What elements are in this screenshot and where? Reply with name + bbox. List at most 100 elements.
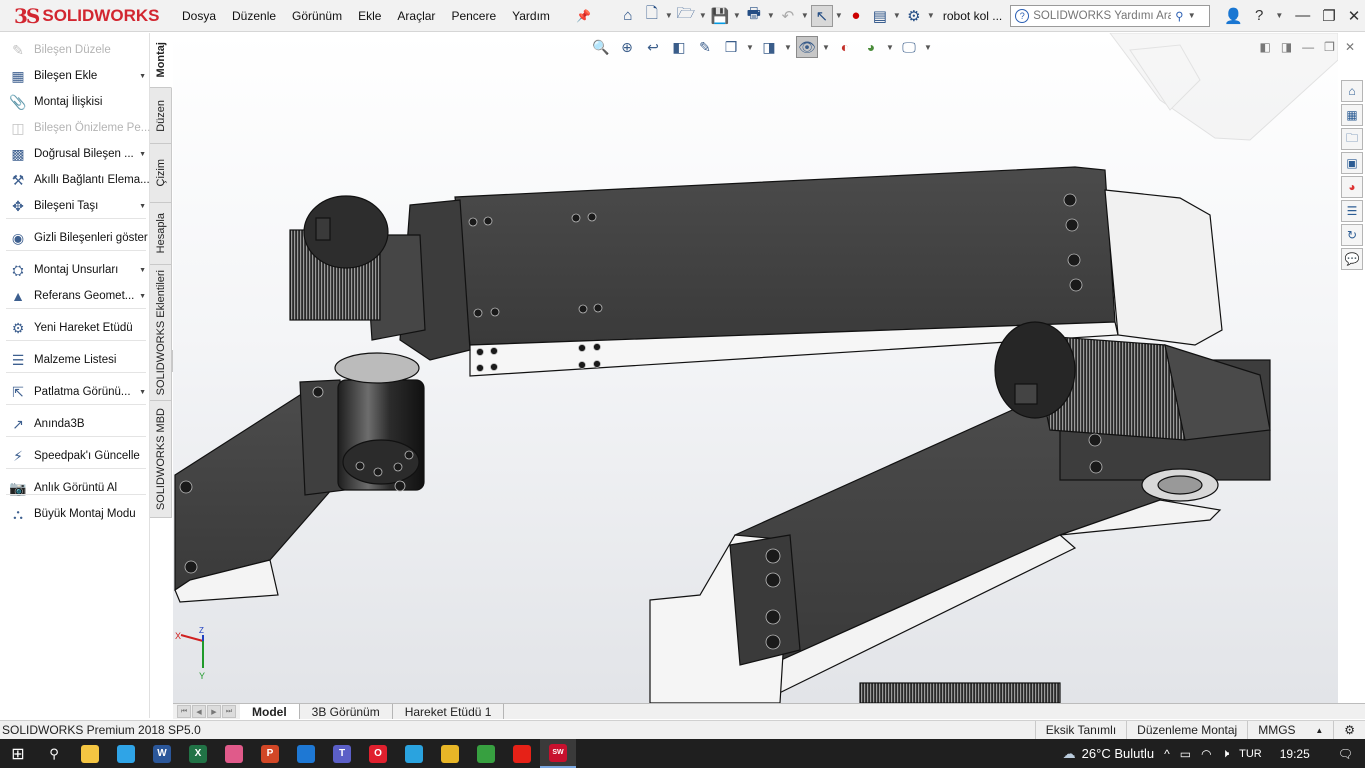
open-dropdown-icon[interactable]: ▼ — [699, 11, 707, 20]
photos-icon[interactable] — [468, 739, 504, 768]
wifi-icon[interactable]: ◠ — [1201, 747, 1211, 761]
cmd-item-9[interactable]: ▲ Referans Geomet... ▼ — [8, 286, 150, 306]
home-icon[interactable]: ⌂ — [617, 5, 639, 27]
select-dropdown-icon[interactable]: ▼ — [835, 11, 843, 20]
help-search-input[interactable] — [1033, 9, 1172, 22]
hide-show-items-icon[interactable]: 👁 — [796, 36, 818, 58]
tray-chevron-icon[interactable]: ^ — [1164, 747, 1170, 761]
menu-ekle[interactable]: Ekle — [350, 9, 389, 23]
menu-duzenle[interactable]: Düzenle — [224, 9, 284, 23]
tab-montaj[interactable]: Montaj — [150, 33, 172, 88]
cmd-item-2[interactable]: 📎 Montaj İlişkisi — [8, 92, 150, 112]
doc-minimize-icon[interactable]: — — [1302, 40, 1314, 54]
cmd-item-13[interactable]: ↗ Anında3B — [8, 414, 150, 434]
display-style-dropdown-icon[interactable]: ▼ — [784, 43, 792, 52]
print-dropdown-icon[interactable]: ▼ — [767, 11, 775, 20]
taskbar-search-icon[interactable]: ⚲ — [36, 739, 72, 768]
new-dropdown-icon[interactable]: ▼ — [665, 11, 673, 20]
help-icon[interactable]: ? — [1255, 7, 1263, 24]
tab-cizim[interactable]: Çizim — [150, 144, 172, 203]
cmd-dropdown-icon[interactable]: ▼ — [139, 267, 146, 274]
word-icon[interactable]: W — [144, 739, 180, 768]
volume-muted-icon[interactable]: 🕨 — [1222, 746, 1230, 761]
prev-tab-icon[interactable]: ◀ — [192, 705, 206, 718]
dynamic-annotation-icon[interactable]: ✎ — [694, 36, 716, 58]
windows-start-icon[interactable]: ⊞ — [0, 739, 36, 768]
cmd-dropdown-icon[interactable]: ▼ — [139, 203, 146, 210]
opera-icon[interactable]: O — [360, 739, 396, 768]
zoom-to-fit-icon[interactable]: 🔍 — [590, 36, 612, 58]
open-folder-icon[interactable]: 🗁 — [675, 5, 697, 27]
user-account-icon[interactable]: 👤 — [1224, 7, 1243, 25]
previous-view-icon[interactable]: ↩ — [642, 36, 664, 58]
view-orientation-icon[interactable]: ❒ — [720, 36, 742, 58]
telegram-icon[interactable] — [396, 739, 432, 768]
search-dropdown-icon[interactable]: ▼ — [1188, 11, 1196, 20]
cmd-dropdown-icon[interactable]: ▼ — [139, 389, 146, 396]
cmd-item-15[interactable]: 📷 Anlık Görüntü Al — [8, 478, 150, 498]
tile-right-icon[interactable]: ◨ — [1281, 40, 1292, 54]
cmd-item-8[interactable]: ⛭ Montaj Unsurları ▼ — [8, 260, 150, 280]
tile-left-icon[interactable]: ◧ — [1259, 40, 1270, 54]
tab-3b-gorunum[interactable]: 3B Görünüm — [300, 704, 393, 719]
weather-widget[interactable]: ☁ 26°C Bulutlu — [1063, 746, 1154, 762]
edit-appearance-icon[interactable]: ◐ — [834, 36, 856, 58]
cmd-item-11[interactable]: ☰ Malzeme Listesi — [8, 350, 150, 370]
section-view-icon[interactable]: ◧ — [668, 36, 690, 58]
search-icon[interactable]: ⚲ — [1175, 9, 1183, 23]
notifications-icon[interactable]: 🗨 — [1338, 747, 1353, 761]
view-orientation-dropdown-icon[interactable]: ▼ — [746, 43, 754, 52]
messages-icon[interactable]: 💬 — [1341, 248, 1363, 270]
close-icon[interactable]: ✕ — [1348, 7, 1361, 25]
rebuild-traffic-light-icon[interactable]: ● — [845, 5, 867, 27]
first-tab-icon[interactable]: ⏮ — [177, 705, 191, 718]
zoom-to-area-icon[interactable]: ⊕ — [616, 36, 638, 58]
cmd-item-5[interactable]: ⚒ Akıllı Bağlantı Elema... — [8, 170, 150, 190]
new-document-icon[interactable]: 🗋 — [641, 5, 663, 27]
cmd-dropdown-icon[interactable]: ▼ — [139, 151, 146, 158]
tab-hareket-etudu[interactable]: Hareket Etüdü 1 — [393, 704, 505, 719]
cmd-item-7[interactable]: ◉ Gizli Bileşenleri göster — [8, 228, 150, 248]
tab-duzen[interactable]: Düzen — [150, 88, 172, 144]
chrome-icon[interactable] — [432, 739, 468, 768]
customize-status-icon[interactable]: ⚙ — [1333, 720, 1365, 740]
cmd-item-12[interactable]: ⇱ Patlatma Görünü... ▼ — [8, 382, 150, 402]
design-library-icon[interactable]: ▦ — [1341, 104, 1363, 126]
cmd-dropdown-icon[interactable]: ▼ — [139, 293, 146, 300]
cmd-dropdown-icon[interactable]: ▼ — [139, 73, 146, 80]
print-icon[interactable]: 🖶 — [743, 5, 765, 27]
battery-icon[interactable]: ▭ — [1180, 747, 1191, 761]
file-explorer-icon[interactable] — [72, 739, 108, 768]
youtube-icon[interactable] — [504, 739, 540, 768]
help-search-box[interactable]: ? ⚲ ▼ — [1010, 4, 1211, 27]
help-dropdown-icon[interactable]: ▼ — [1275, 11, 1283, 20]
doc-close-icon[interactable]: ✕ — [1345, 40, 1355, 54]
hide-show-dropdown-icon[interactable]: ▼ — [822, 43, 830, 52]
cmd-item-16[interactable]: ⛬ Büyük Montaj Modu — [8, 504, 150, 524]
view-settings-dropdown-icon[interactable]: ▼ — [924, 43, 932, 52]
menu-pencere[interactable]: Pencere — [443, 9, 504, 23]
mail-icon[interactable] — [288, 739, 324, 768]
tab-hesapla[interactable]: Hesapla — [150, 203, 172, 265]
cmd-item-14[interactable]: ⚡ Speedpak'ı Güncelle — [8, 446, 150, 466]
file-explorer-pane-icon[interactable]: 🗀 — [1341, 128, 1363, 150]
edge-icon[interactable] — [108, 739, 144, 768]
unit-system-button[interactable]: MMGS ▲ — [1247, 720, 1333, 740]
pin-menu-icon[interactable]: 📌 — [568, 9, 599, 23]
save-icon[interactable]: 💾 — [709, 5, 731, 27]
cmd-item-10[interactable]: ⚙ Yeni Hareket Etüdü — [8, 318, 150, 338]
select-pointer-icon[interactable]: ↖ — [810, 4, 833, 27]
view-settings-icon[interactable]: 🖵 — [898, 36, 920, 58]
graphics-area[interactable]: X Y Z — [173, 33, 1338, 703]
menu-araclar[interactable]: Araçlar — [389, 9, 443, 23]
language-indicator[interactable]: TUR — [1239, 748, 1262, 760]
view-palette-icon[interactable]: ▣ — [1341, 152, 1363, 174]
excel-icon[interactable]: X — [180, 739, 216, 768]
display-style-icon[interactable]: ◨ — [758, 36, 780, 58]
save-dropdown-icon[interactable]: ▼ — [733, 11, 741, 20]
restore-icon[interactable]: ❐ — [1322, 7, 1335, 25]
menu-yardim[interactable]: Yardım — [504, 9, 558, 23]
properties-dropdown-icon[interactable]: ▼ — [893, 11, 901, 20]
next-tab-icon[interactable]: ▶ — [207, 705, 221, 718]
menu-dosya[interactable]: Dosya — [174, 9, 224, 23]
